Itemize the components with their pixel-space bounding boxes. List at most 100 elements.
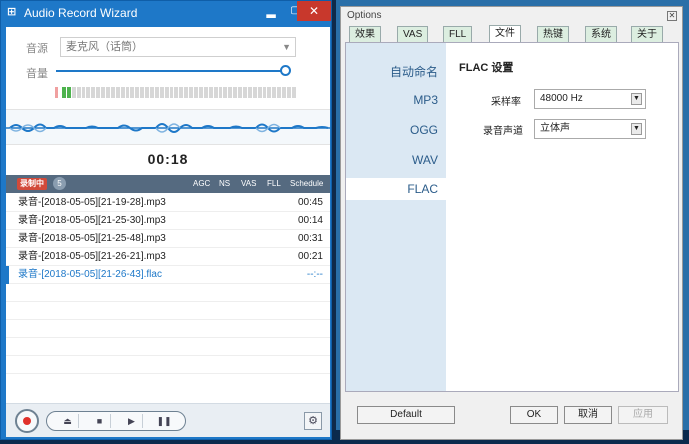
meter-segment bbox=[267, 87, 272, 98]
list-item-active[interactable]: 录音-[2018-05-05][21-26-43].flac --:-- bbox=[6, 266, 330, 284]
tab-hotkeys[interactable]: 热键 bbox=[537, 26, 569, 43]
meter-segment bbox=[106, 87, 110, 98]
source-select[interactable]: 麦克风（话筒） ▼ bbox=[60, 37, 296, 57]
channel-label: 录音声道 bbox=[483, 126, 523, 137]
channel-select[interactable]: 立体声 ▼ bbox=[534, 119, 646, 139]
apply-button[interactable]: 应用 bbox=[618, 406, 668, 424]
sample-rate-value: 48000 Hz bbox=[540, 93, 583, 104]
file-list: 录音-[2018-05-05][21-19-28].mp3 00:45 录音-[… bbox=[6, 194, 330, 374]
meter-segment bbox=[262, 87, 267, 98]
file-name: 录音-[2018-05-05][21-25-48].mp3 bbox=[18, 233, 166, 244]
list-item[interactable]: 录音-[2018-05-05][21-25-30].mp3 00:14 bbox=[6, 212, 330, 230]
source-value: 麦克风（话筒） bbox=[66, 41, 143, 53]
meter-segment bbox=[150, 87, 154, 98]
play-icon[interactable]: ▶ bbox=[121, 414, 143, 428]
empty-row bbox=[6, 338, 330, 356]
meter-segment bbox=[233, 87, 238, 98]
empty-row bbox=[6, 320, 330, 338]
chevron-down-icon: ▼ bbox=[282, 42, 291, 52]
meter-segment bbox=[194, 87, 198, 98]
meter-segment bbox=[140, 87, 145, 98]
volume-slider-track[interactable] bbox=[56, 70, 290, 72]
meter-segment bbox=[130, 87, 135, 98]
meter-segment bbox=[145, 87, 150, 98]
empty-row bbox=[6, 356, 330, 374]
meter-segment bbox=[291, 87, 296, 98]
close-icon[interactable]: ✕ bbox=[667, 11, 677, 21]
format-sidebar: 自动命名 MP3 OGG WAV FLAC bbox=[346, 43, 446, 391]
sidebar-item-flac[interactable]: FLAC bbox=[407, 182, 438, 196]
ok-button[interactable]: OK bbox=[510, 406, 558, 424]
meter-segment bbox=[81, 87, 86, 98]
meter-segment bbox=[257, 87, 262, 98]
volume-label: 音量 bbox=[26, 68, 48, 80]
title-bar[interactable]: ⊞ Audio Record Wizard ▂ ▢ ✕ bbox=[1, 1, 331, 25]
file-duration: 00:14 bbox=[297, 215, 323, 226]
tab-about[interactable]: 关于 bbox=[631, 26, 663, 43]
default-button[interactable]: Default bbox=[357, 406, 455, 424]
tab-system[interactable]: 系统 bbox=[585, 26, 617, 43]
meter-segment bbox=[62, 87, 66, 98]
meter-segment bbox=[218, 87, 223, 98]
meter-segment bbox=[125, 87, 130, 98]
file-count-badge: 5 bbox=[53, 177, 66, 190]
column-fll[interactable]: FLL bbox=[267, 179, 281, 188]
volume-slider-handle[interactable] bbox=[280, 65, 292, 76]
tab-fll[interactable]: FLL bbox=[443, 26, 473, 43]
waveform bbox=[6, 109, 330, 145]
meter-segment bbox=[213, 87, 218, 98]
meter-segment bbox=[91, 87, 96, 98]
close-button[interactable]: ✕ bbox=[297, 1, 331, 21]
sidebar-item-auto-naming[interactable]: 自动命名 bbox=[390, 63, 438, 80]
file-name: 录音-[2018-05-05][21-26-43].flac bbox=[18, 269, 162, 280]
meter-segment bbox=[154, 87, 159, 98]
meter-segment bbox=[252, 87, 257, 98]
column-schedule[interactable]: Schedule bbox=[290, 179, 323, 188]
meter-segment bbox=[223, 87, 228, 98]
channel-value: 立体声 bbox=[540, 123, 570, 134]
sample-rate-select[interactable]: 48000 Hz ▼ bbox=[534, 89, 646, 109]
list-item[interactable]: 录音-[2018-05-05][21-19-28].mp3 00:45 bbox=[6, 194, 330, 212]
meter-segment bbox=[282, 87, 286, 98]
meter-segment bbox=[86, 87, 91, 98]
level-meter-marker bbox=[55, 87, 58, 98]
meter-segment bbox=[159, 87, 164, 98]
waveform-graph bbox=[6, 123, 330, 133]
level-meter bbox=[62, 87, 296, 98]
stop-icon[interactable]: ■ bbox=[89, 414, 111, 428]
meter-segment bbox=[208, 87, 213, 98]
sidebar-item-mp3[interactable]: MP3 bbox=[413, 93, 438, 107]
column-vas[interactable]: VAS bbox=[241, 179, 256, 188]
column-ns[interactable]: NS bbox=[219, 179, 230, 188]
file-duration: --:-- bbox=[306, 269, 323, 280]
meter-segment bbox=[169, 87, 174, 98]
column-agc[interactable]: AGC bbox=[193, 179, 210, 188]
meter-segment bbox=[189, 87, 194, 98]
list-item[interactable]: 录音-[2018-05-05][21-26-21].mp3 00:21 bbox=[6, 248, 330, 266]
pause-icon[interactable]: ❚❚ bbox=[153, 414, 175, 428]
eject-icon[interactable]: ⏏ bbox=[57, 414, 79, 428]
meter-segment bbox=[184, 87, 189, 98]
meter-segment bbox=[135, 87, 140, 98]
meter-segment bbox=[174, 87, 179, 98]
app-icon: ⊞ bbox=[7, 6, 17, 18]
sample-rate-label: 采样率 bbox=[491, 97, 521, 108]
file-name: 录音-[2018-05-05][21-25-30].mp3 bbox=[18, 215, 166, 226]
sidebar-item-ogg[interactable]: OGG bbox=[410, 123, 438, 137]
meter-segment bbox=[242, 87, 247, 98]
panel-title: FLAC 设置 bbox=[459, 62, 514, 74]
meter-segment bbox=[76, 87, 81, 98]
source-label: 音源 bbox=[26, 43, 48, 55]
meter-segment bbox=[101, 87, 106, 98]
tab-effects[interactable]: 效果 bbox=[349, 26, 381, 43]
options-dialog: Options ✕ 效果 VAS FLL 文件 热键 系统 关于 自动命名 MP… bbox=[340, 6, 683, 440]
tab-bar: 效果 VAS FLL 文件 热键 系统 关于 bbox=[345, 25, 683, 44]
empty-row bbox=[6, 302, 330, 320]
file-name: 录音-[2018-05-05][21-26-21].mp3 bbox=[18, 251, 166, 262]
record-button[interactable] bbox=[15, 409, 39, 433]
tab-vas[interactable]: VAS bbox=[397, 26, 429, 43]
cancel-button[interactable]: 取消 bbox=[564, 406, 612, 424]
settings-gear-icon[interactable]: ⚙ bbox=[304, 412, 322, 430]
sidebar-item-wav[interactable]: WAV bbox=[412, 153, 438, 167]
list-item[interactable]: 录音-[2018-05-05][21-25-48].mp3 00:31 bbox=[6, 230, 330, 248]
